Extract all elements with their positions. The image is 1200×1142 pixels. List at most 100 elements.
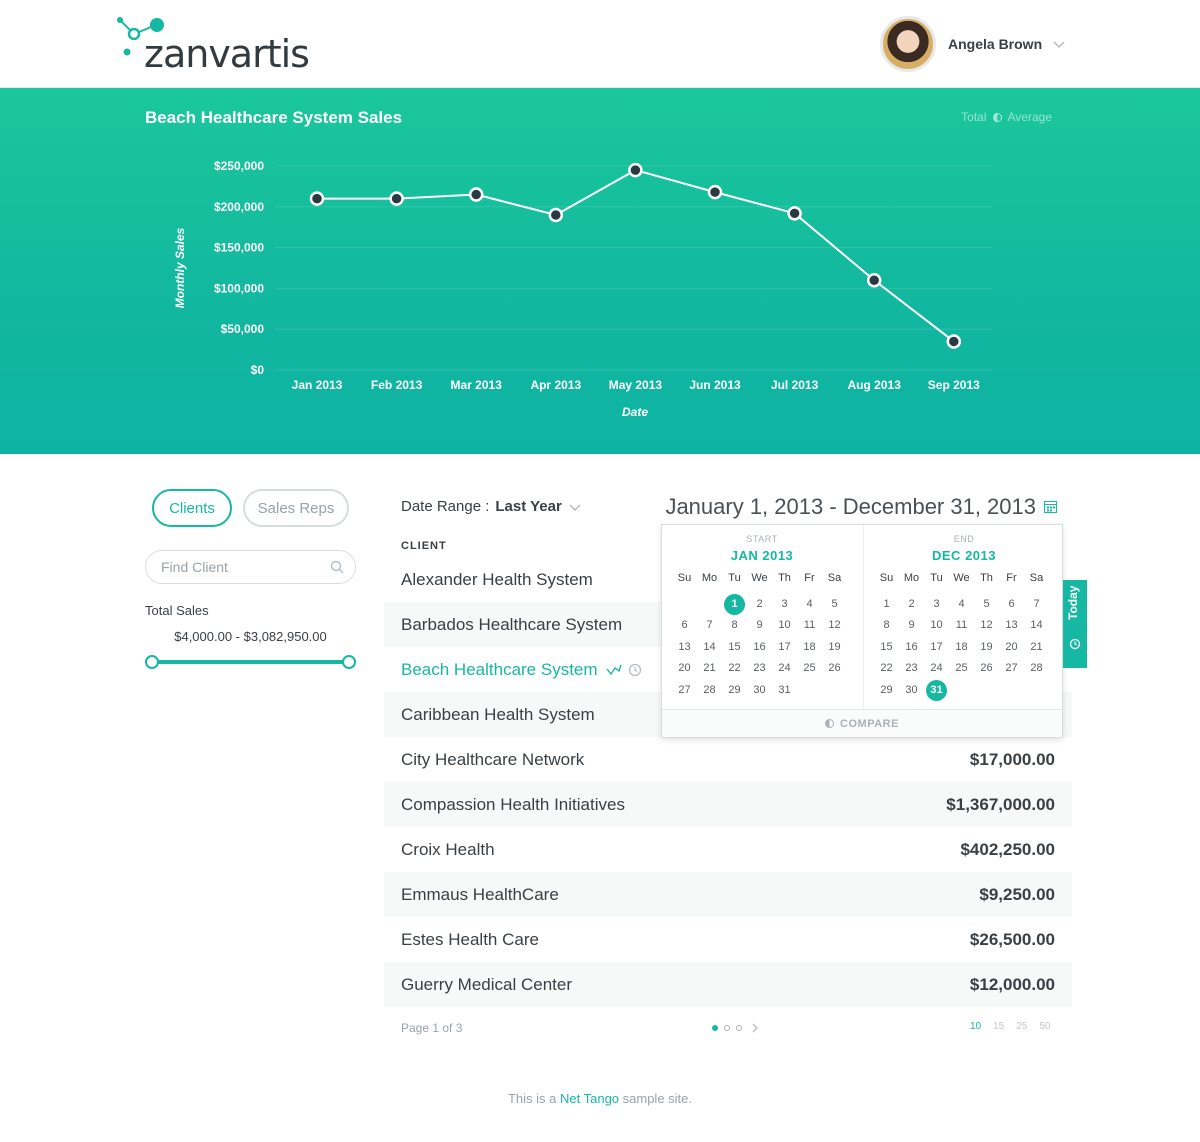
today-button[interactable]: Today [1063, 580, 1087, 668]
end-day[interactable]: 19 [974, 637, 999, 659]
start-day[interactable]: 26 [822, 658, 847, 680]
end-month-title[interactable]: DEC 2013 [864, 548, 1064, 563]
end-day[interactable]: 11 [949, 615, 974, 637]
start-month-title[interactable]: JAN 2013 [662, 548, 862, 563]
find-client-input[interactable] [145, 550, 356, 584]
end-month-year[interactable]: 2013 [965, 548, 996, 563]
table-row[interactable]: Croix Health $402,250.00 [384, 827, 1072, 872]
end-day[interactable]: 20 [999, 637, 1024, 659]
start-day[interactable]: 29 [722, 680, 747, 702]
data-point[interactable] [787, 206, 802, 221]
end-day[interactable]: 30 [899, 680, 924, 702]
start-day[interactable]: 6 [672, 615, 697, 637]
table-row[interactable]: Estes Health Care $26,500.00 [384, 917, 1072, 962]
end-day[interactable]: 9 [899, 615, 924, 637]
start-day[interactable]: 4 [797, 594, 822, 616]
data-point[interactable] [866, 272, 882, 288]
start-day[interactable]: 19 [822, 637, 847, 659]
start-day[interactable]: 24 [772, 658, 797, 680]
end-day[interactable]: 2 [899, 594, 924, 616]
total-sales-slider[interactable] [145, 654, 356, 670]
end-day[interactable]: 22 [874, 658, 899, 680]
end-day[interactable]: 7 [1024, 594, 1049, 616]
data-point[interactable] [548, 207, 564, 223]
page-size-options[interactable]: 10 15 25 50 [970, 1021, 1051, 1032]
tab-clients[interactable]: Clients [152, 489, 232, 527]
chevron-down-icon[interactable] [568, 500, 582, 514]
start-day[interactable]: 8 [722, 615, 747, 637]
start-day[interactable]: 10 [772, 615, 797, 637]
trend-chart-icon[interactable] [606, 663, 622, 677]
search-icon[interactable] [330, 560, 344, 574]
logo[interactable]: zanvartis [114, 14, 310, 76]
chevron-right-icon[interactable] [748, 1022, 762, 1034]
client-name[interactable]: Barbados Healthcare System [401, 615, 622, 634]
end-day[interactable]: 1 [874, 594, 899, 616]
calendar-icon[interactable] [1044, 500, 1057, 513]
slider-track[interactable] [151, 660, 350, 664]
page-dot-3[interactable] [736, 1025, 742, 1031]
start-month-name[interactable]: JAN [731, 548, 759, 563]
start-day[interactable]: 16 [747, 637, 772, 659]
client-name[interactable]: City Healthcare Network [401, 750, 584, 769]
data-point[interactable] [628, 162, 643, 178]
start-day[interactable]: 2 [747, 594, 772, 616]
end-day[interactable]: 13 [999, 615, 1024, 637]
slider-min-handle[interactable] [145, 655, 159, 669]
table-row[interactable]: City Healthcare Network $17,000.00 [384, 737, 1072, 782]
page-dot-2[interactable] [724, 1025, 730, 1031]
tab-sales-reps[interactable]: Sales Reps [243, 489, 349, 527]
end-day[interactable]: 18 [949, 637, 974, 659]
end-day[interactable]: 17 [924, 637, 949, 659]
end-day[interactable]: 8 [874, 615, 899, 637]
client-name[interactable]: Beach Healthcare System [401, 660, 598, 679]
end-day[interactable]: 10 [924, 615, 949, 637]
end-day[interactable]: 3 [924, 594, 949, 616]
end-day[interactable]: 14 [1024, 615, 1049, 637]
end-day[interactable]: 6 [999, 594, 1024, 616]
page-size-option[interactable]: 25 [1016, 1021, 1027, 1032]
end-day[interactable]: 24 [924, 658, 949, 680]
start-day[interactable]: 31 [772, 680, 797, 702]
client-name[interactable]: Guerry Medical Center [401, 975, 572, 994]
slider-max-handle[interactable] [342, 655, 356, 669]
pagination-dots[interactable] [712, 1022, 762, 1034]
end-day[interactable]: 12 [974, 615, 999, 637]
start-day[interactable]: 15 [722, 637, 747, 659]
end-day[interactable]: 26 [974, 658, 999, 680]
start-day[interactable]: 3 [772, 594, 797, 616]
table-row[interactable]: Guerry Medical Center $12,000.00 [384, 962, 1072, 1007]
start-day[interactable]: 22 [722, 658, 747, 680]
start-day[interactable]: 27 [672, 680, 697, 702]
data-point[interactable] [468, 187, 484, 202]
data-point[interactable] [389, 191, 404, 206]
start-day[interactable]: 11 [797, 615, 822, 637]
data-point[interactable] [946, 334, 962, 349]
start-day[interactable]: 30 [747, 680, 772, 702]
client-name[interactable]: Emmaus HealthCare [401, 885, 559, 904]
date-range-value[interactable]: Last Year [495, 498, 561, 515]
start-day[interactable]: 28 [697, 680, 722, 702]
compare-button[interactable]: COMPARE [662, 709, 1062, 737]
client-name[interactable]: Compassion Health Initiatives [401, 795, 625, 814]
start-day[interactable]: 25 [797, 658, 822, 680]
start-day[interactable]: 14 [697, 637, 722, 659]
history-icon[interactable] [628, 663, 642, 677]
page-size-option[interactable]: 10 [970, 1021, 981, 1032]
start-day[interactable]: 18 [797, 637, 822, 659]
avatar[interactable] [880, 16, 936, 72]
end-day[interactable]: 28 [1024, 658, 1049, 680]
page-dot-1[interactable] [712, 1025, 718, 1031]
client-name[interactable]: Estes Health Care [401, 930, 539, 949]
chevron-down-icon[interactable] [1052, 37, 1066, 51]
selected-date-range[interactable]: January 1, 2013 - December 31, 2013 [665, 494, 1036, 520]
client-name[interactable]: Alexander Health System [401, 570, 593, 589]
start-day[interactable]: 9 [747, 615, 772, 637]
data-point[interactable] [707, 184, 723, 200]
start-day[interactable]: 12 [822, 615, 847, 637]
start-day[interactable]: 20 [672, 658, 697, 680]
end-day[interactable]: 25 [949, 658, 974, 680]
start-day[interactable]: 21 [697, 658, 722, 680]
client-name[interactable]: Croix Health [401, 840, 495, 859]
end-day[interactable]: 16 [899, 637, 924, 659]
